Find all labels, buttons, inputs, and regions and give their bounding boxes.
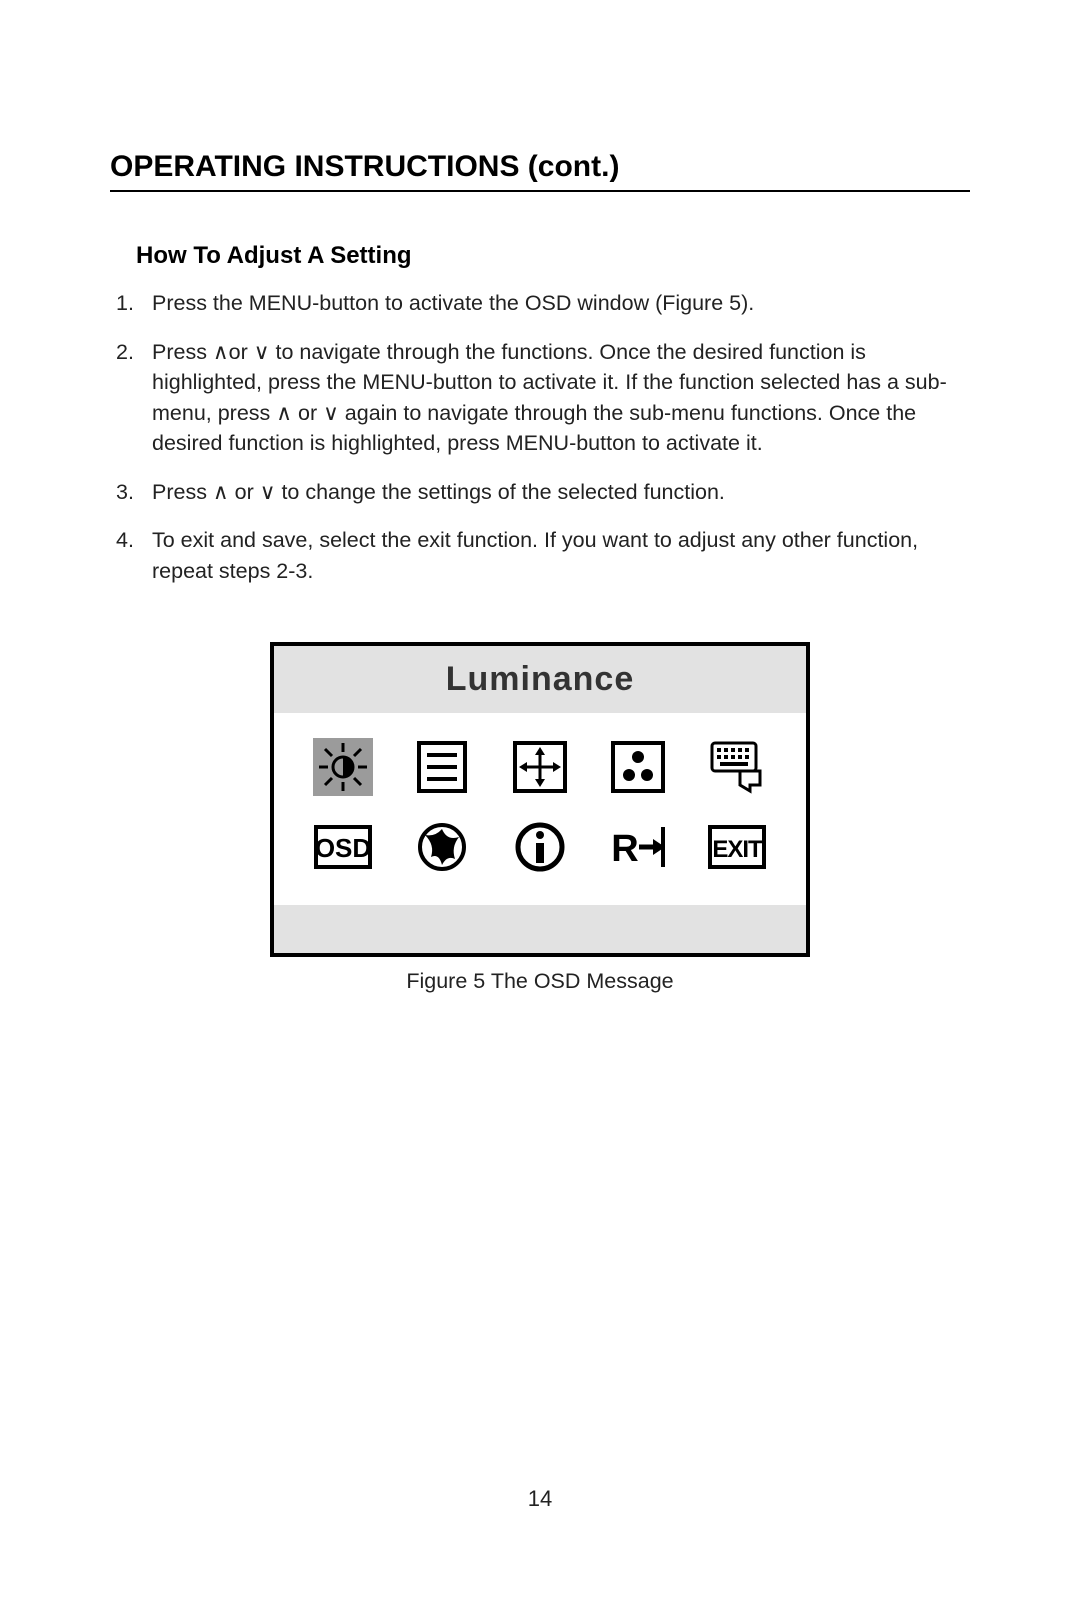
move-icon — [509, 737, 571, 797]
step-text: To exit and save, select the exit functi… — [152, 525, 970, 586]
menu-lines-icon — [411, 737, 473, 797]
exit-text-icon: EXIT — [706, 817, 768, 877]
osd-title: Luminance — [446, 660, 634, 698]
osd-text-icon: OSD — [312, 817, 374, 877]
svg-text:OSD: OSD — [315, 833, 371, 863]
step-number: 2. — [116, 337, 152, 459]
luminance-icon — [312, 737, 374, 797]
osd-title-bar: Luminance — [274, 646, 806, 713]
figure-container: Luminance — [110, 642, 970, 994]
section-subheading: How To Adjust A Setting — [136, 242, 970, 270]
step-text: Press ∧ or ∨ to change the settings of t… — [152, 477, 970, 508]
step-item: 2. Press ∧or ∨ to navigate through the f… — [116, 337, 970, 459]
step-number: 1. — [116, 288, 152, 319]
instruction-steps: 1. Press the MENU-button to activate the… — [116, 288, 970, 586]
info-icon — [509, 817, 571, 877]
globe-icon — [411, 817, 473, 877]
osd-icon-grid: OSD — [274, 713, 806, 905]
step-number: 4. — [116, 525, 152, 586]
page-number: 14 — [0, 1486, 1080, 1512]
osd-footer-bar — [274, 905, 806, 953]
step-item: 1. Press the MENU-button to activate the… — [116, 288, 970, 319]
step-number: 3. — [116, 477, 152, 508]
page-heading: OPERATING INSTRUCTIONS (cont.) — [110, 150, 970, 192]
figure-caption: Figure 5 The OSD Message — [110, 969, 970, 994]
step-item: 4. To exit and save, select the exit fun… — [116, 525, 970, 586]
color-dots-icon — [607, 737, 669, 797]
osd-window: Luminance — [270, 642, 810, 957]
step-text: Press ∧or ∨ to navigate through the func… — [152, 337, 970, 459]
step-text: Press the MENU-button to activate the OS… — [152, 288, 970, 319]
svg-text:EXIT: EXIT — [712, 836, 763, 863]
reset-icon: R — [607, 817, 669, 877]
svg-text:R: R — [612, 828, 639, 870]
step-item: 3. Press ∧ or ∨ to change the settings o… — [116, 477, 970, 508]
keyboard-drop-icon — [706, 737, 768, 797]
